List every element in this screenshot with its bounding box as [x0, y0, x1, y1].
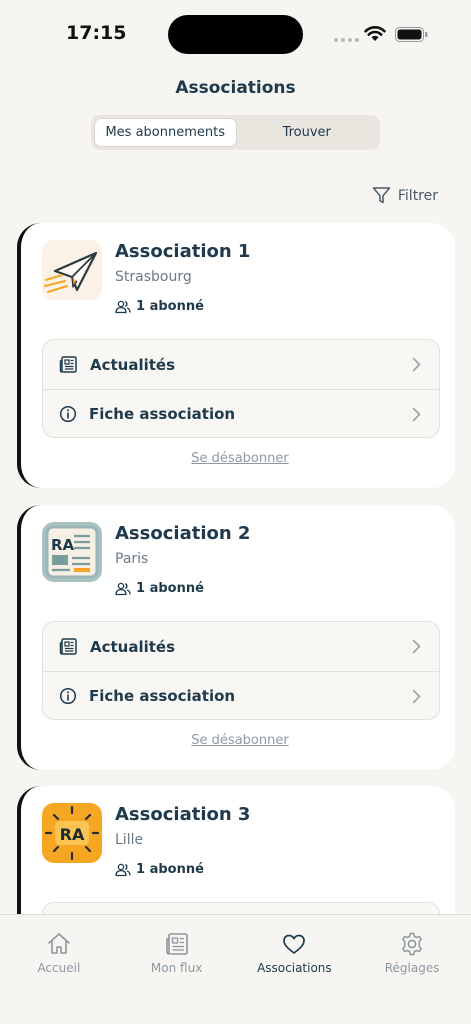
users-icon	[115, 300, 131, 313]
ra-newspaper-logo: RA	[42, 522, 102, 582]
info-icon	[59, 405, 77, 423]
news-label: Actualités	[90, 355, 176, 374]
association-name: Association 2	[115, 523, 251, 544]
association-info-row[interactable]: Fiche association	[43, 671, 439, 719]
subscriber-count-label: 1 abonné	[136, 299, 204, 314]
newspaper-icon	[59, 356, 77, 373]
chevron-right-icon	[412, 689, 421, 704]
card-actions: Actualités Fiche association	[42, 339, 440, 438]
filter-label: Filtrer	[397, 187, 438, 204]
unsubscribe-link[interactable]: Se désabonner	[21, 733, 455, 748]
card-actions: Actualités Fiche association	[42, 621, 440, 720]
association-info-label: Fiche association	[89, 405, 236, 423]
status-bar: 17:15	[0, 0, 471, 70]
segment-my-subscriptions[interactable]: Mes abonnements	[94, 118, 237, 147]
tab-label: Accueil	[37, 961, 81, 975]
wifi-icon	[364, 26, 386, 41]
subscriber-count: 1 abonné	[115, 862, 204, 877]
news-row[interactable]: Actualités	[43, 622, 439, 671]
tab-label: Associations	[257, 961, 332, 975]
tab-associations[interactable]: Associations	[236, 915, 354, 1024]
gear-icon	[402, 932, 423, 956]
chevron-right-icon	[412, 639, 421, 654]
filter-icon	[372, 187, 391, 204]
subscriber-count: 1 abonné	[115, 581, 204, 596]
association-name: Association 3	[115, 804, 251, 825]
ra-logo-text: RA	[60, 825, 85, 844]
tab-bar: Accueil Mon flux Associations Réglages	[0, 914, 471, 1024]
news-label: Actualités	[90, 637, 176, 656]
chevron-right-icon	[412, 407, 421, 422]
users-icon	[115, 863, 131, 876]
association-name: Association 1	[115, 241, 251, 262]
association-info-label: Fiche association	[89, 687, 236, 705]
dynamic-island	[168, 15, 303, 54]
cellular-signal-icon	[334, 38, 359, 42]
tab-settings[interactable]: Réglages	[353, 915, 471, 1024]
status-time: 17:15	[66, 22, 127, 44]
filter-button[interactable]: Filtrer	[372, 186, 438, 205]
tab-my-feed[interactable]: Mon flux	[118, 915, 236, 1024]
ra-sun-logo: RA	[42, 803, 102, 863]
association-card: Association 1 Strasbourg 1 abonné Actual…	[17, 223, 455, 488]
segmented-control: Mes abonnements Trouver	[91, 115, 380, 150]
segment-find[interactable]: Trouver	[237, 118, 378, 147]
page-title: Associations	[175, 78, 296, 98]
newspaper-icon	[165, 933, 188, 955]
ra-logo-text: RA	[51, 536, 75, 554]
newspaper-icon	[59, 638, 77, 655]
association-city: Strasbourg	[115, 269, 192, 285]
users-icon	[115, 582, 131, 595]
association-info-row[interactable]: Fiche association	[43, 389, 439, 437]
association-city: Lille	[115, 832, 144, 848]
chevron-right-icon	[412, 357, 421, 372]
home-icon	[48, 933, 70, 954]
heart-icon	[283, 934, 306, 954]
paper-plane-logo	[42, 240, 102, 300]
association-city: Paris	[115, 551, 149, 567]
subscriber-count: 1 abonné	[115, 299, 204, 314]
news-row[interactable]: Actualités	[43, 340, 439, 389]
unsubscribe-link[interactable]: Se désabonner	[21, 451, 455, 466]
tab-label: Réglages	[384, 961, 440, 975]
subscriber-count-label: 1 abonné	[136, 581, 204, 596]
association-card: RA Association 2 Paris 1 abonné Actualit…	[17, 505, 455, 770]
tab-label: Mon flux	[150, 961, 203, 975]
tab-home[interactable]: Accueil	[0, 915, 118, 1024]
subscriber-count-label: 1 abonné	[136, 862, 204, 877]
battery-icon	[395, 27, 428, 42]
info-icon	[59, 687, 77, 705]
